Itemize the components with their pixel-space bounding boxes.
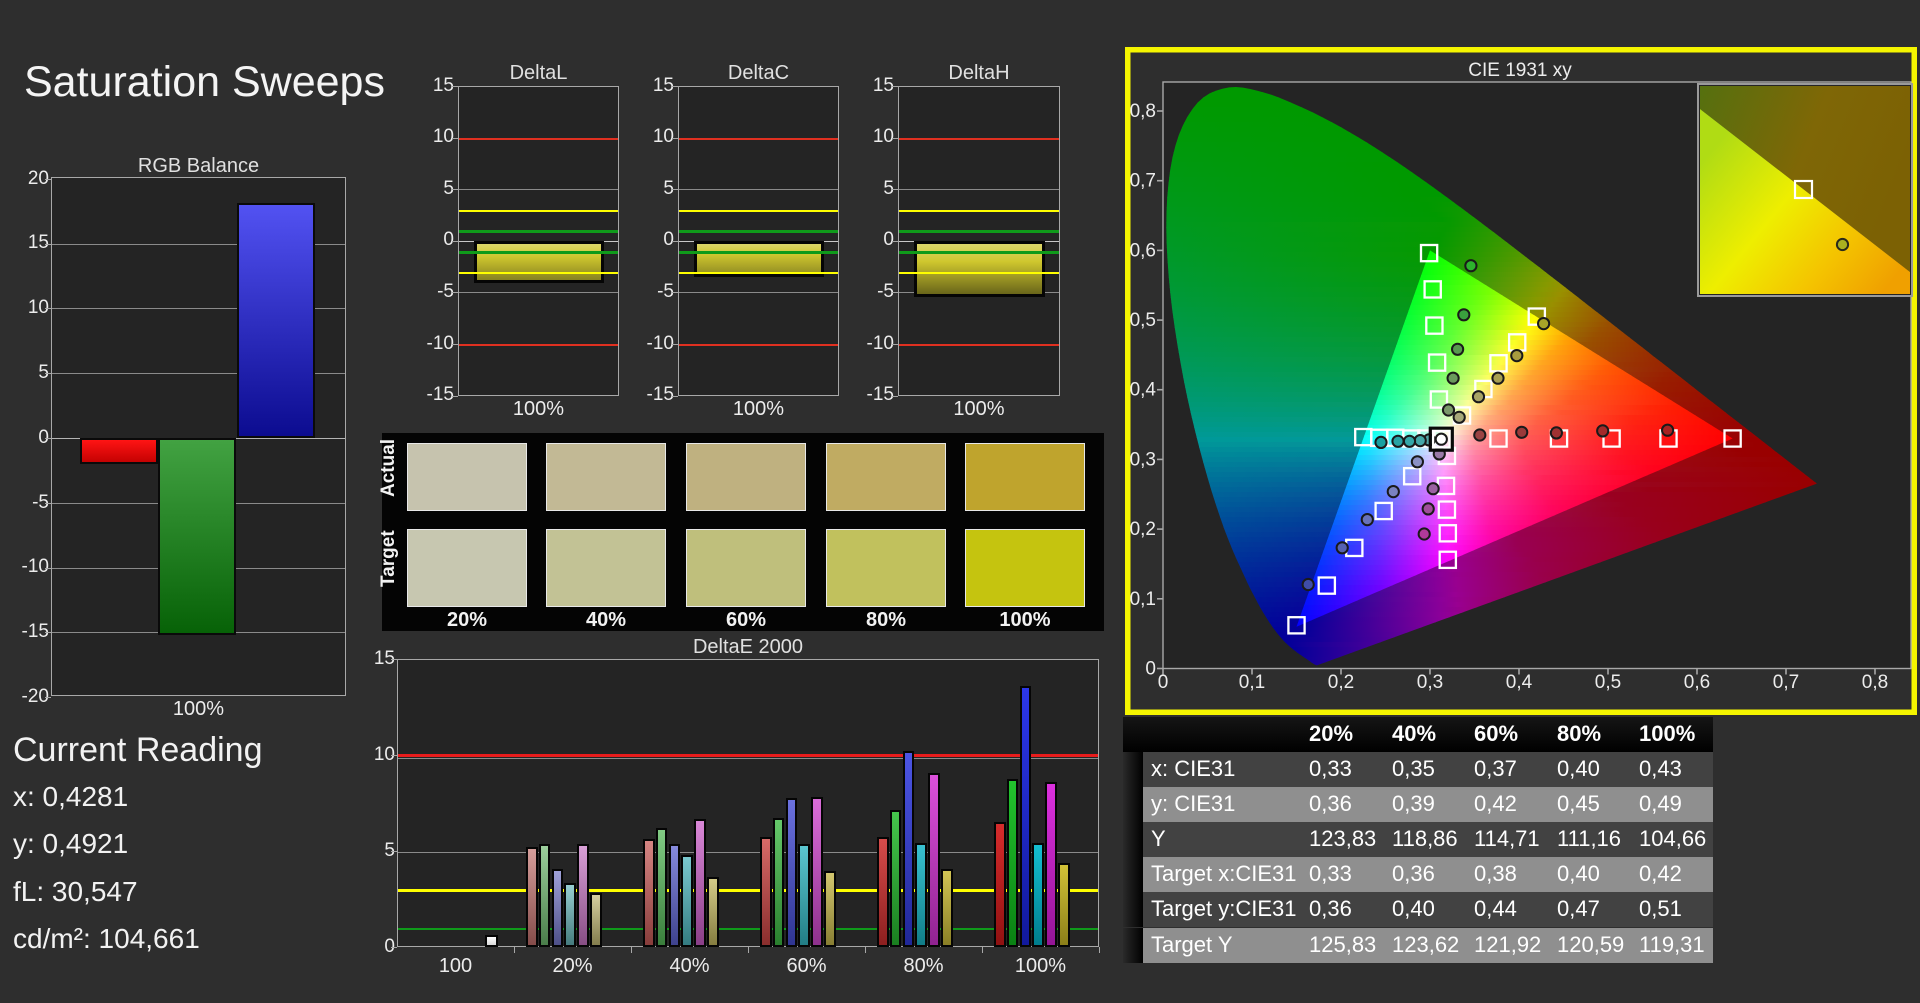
svg-text:0: 0 — [1158, 672, 1169, 693]
svg-text:0,3: 0,3 — [1417, 672, 1443, 693]
svg-text:0,5: 0,5 — [1130, 310, 1156, 331]
svg-text:0,3: 0,3 — [1130, 449, 1156, 470]
svg-text:0,8: 0,8 — [1130, 101, 1156, 122]
svg-text:0,7: 0,7 — [1773, 672, 1799, 693]
svg-text:0,2: 0,2 — [1328, 672, 1354, 693]
svg-text:0: 0 — [1145, 659, 1156, 680]
svg-text:0,5: 0,5 — [1595, 672, 1621, 693]
svg-text:0,7: 0,7 — [1130, 171, 1156, 192]
svg-text:0,6: 0,6 — [1684, 672, 1710, 693]
svg-text:0,1: 0,1 — [1130, 589, 1156, 610]
svg-text:0,8: 0,8 — [1862, 672, 1888, 693]
svg-text:CIE 1931 xy: CIE 1931 xy — [1468, 60, 1572, 81]
svg-text:0,1: 0,1 — [1239, 672, 1265, 693]
svg-text:0,2: 0,2 — [1130, 519, 1156, 540]
svg-text:0,6: 0,6 — [1130, 240, 1156, 261]
svg-text:0,4: 0,4 — [1130, 380, 1157, 401]
svg-text:0,4: 0,4 — [1506, 672, 1533, 693]
